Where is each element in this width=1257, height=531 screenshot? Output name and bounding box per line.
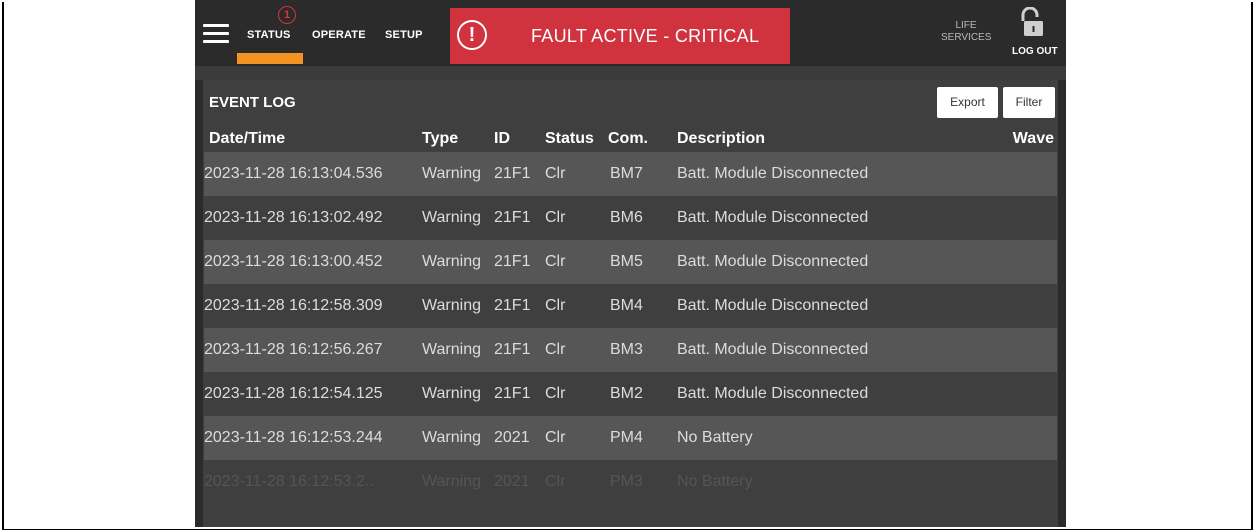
exclamation-circle-icon: ! xyxy=(457,20,487,50)
cell-id: 21F1 xyxy=(494,385,531,402)
event-log-panel: EVENT LOG Export Filter Date/Time Type I… xyxy=(203,80,1058,527)
cell-type: Warning xyxy=(422,165,481,182)
cell-id: 2021 xyxy=(494,473,530,490)
cell-datetime: 2023-11-28 16:13:04.536 xyxy=(204,165,383,182)
cell-com: BM5 xyxy=(610,253,643,270)
cell-type: Warning xyxy=(422,473,481,490)
cell-datetime: 2023-11-28 16:12:53.244 xyxy=(204,429,383,446)
filter-button[interactable]: Filter xyxy=(1003,87,1055,118)
cell-description: Batt. Module Disconnected xyxy=(677,165,869,182)
table-row[interactable]: 2023-11-28 16:13:02.492 Warning 21F1 Clr… xyxy=(204,196,1057,240)
cell-id: 21F1 xyxy=(494,341,531,358)
tab-setup[interactable]: SETUP xyxy=(385,29,423,41)
cell-com: BM4 xyxy=(610,297,643,314)
cell-status: Clr xyxy=(545,473,566,490)
cell-id: 21F1 xyxy=(494,297,531,314)
column-header-datetime[interactable]: Date/Time xyxy=(209,130,285,148)
cell-type: Warning xyxy=(422,341,481,358)
cell-datetime: 2023-11-28 16:12:54.125 xyxy=(204,385,383,402)
life-services-link[interactable]: LIFE SERVICES xyxy=(941,20,991,44)
cell-datetime: 2023-11-28 16:12:53.2.. xyxy=(204,473,374,490)
column-header-id[interactable]: ID xyxy=(494,130,510,148)
alarm-text: FAULT ACTIVE - CRITICAL xyxy=(531,26,760,46)
cell-status: Clr xyxy=(545,253,566,270)
cell-status: Clr xyxy=(545,429,566,446)
column-header-com[interactable]: Com. xyxy=(608,130,648,148)
table-row[interactable]: 2023-11-28 16:13:00.452 Warning 21F1 Clr… xyxy=(204,240,1057,284)
unlocked-padlock-icon[interactable] xyxy=(1018,7,1044,39)
table-row[interactable]: 2023-11-28 16:12:56.267 Warning 21F1 Clr… xyxy=(204,328,1057,372)
alarm-banner[interactable]: ! FAULT ACTIVE - CRITICAL xyxy=(450,8,790,64)
panel-title: EVENT LOG xyxy=(209,94,296,111)
cell-type: Warning xyxy=(422,429,481,446)
ups-display: 1 STATUS OPERATE SETUP ! FAULT ACTIVE - … xyxy=(195,0,1066,527)
logout-button[interactable]: LOG OUT xyxy=(1012,46,1058,57)
cell-datetime: 2023-11-28 16:12:56.267 xyxy=(204,341,383,358)
cell-description: Batt. Module Disconnected xyxy=(677,209,869,226)
cell-status: Clr xyxy=(545,209,566,226)
table-row[interactable]: 2023-11-28 16:13:04.536 Warning 21F1 Clr… xyxy=(204,152,1057,196)
hamburger-menu-icon[interactable] xyxy=(203,24,229,44)
cell-datetime: 2023-11-28 16:12:58.309 xyxy=(204,297,383,314)
column-header-status[interactable]: Status xyxy=(545,130,594,148)
cell-id: 21F1 xyxy=(494,253,531,270)
cell-id: 21F1 xyxy=(494,165,531,182)
cell-description: Batt. Module Disconnected xyxy=(677,253,869,270)
cell-id: 21F1 xyxy=(494,209,531,226)
table-row[interactable]: 2023-11-28 16:12:54.125 Warning 21F1 Clr… xyxy=(204,372,1057,416)
tab-operate[interactable]: OPERATE xyxy=(312,29,366,41)
cell-description: Batt. Module Disconnected xyxy=(677,297,869,314)
cell-com: BM6 xyxy=(610,209,643,226)
cell-description: Batt. Module Disconnected xyxy=(677,385,869,402)
cell-type: Warning xyxy=(422,253,481,270)
cell-type: Warning xyxy=(422,385,481,402)
header-separator xyxy=(195,66,1066,80)
cell-description: No Battery xyxy=(677,429,753,446)
column-header-type[interactable]: Type xyxy=(422,130,458,148)
cell-com: BM3 xyxy=(610,341,643,358)
column-header-description[interactable]: Description xyxy=(677,130,765,148)
active-tab-indicator xyxy=(237,53,303,64)
cell-com: BM2 xyxy=(610,385,643,402)
cell-datetime: 2023-11-28 16:13:00.452 xyxy=(204,253,383,270)
cell-datetime: 2023-11-28 16:13:02.492 xyxy=(204,209,383,226)
cell-type: Warning xyxy=(422,209,481,226)
cell-type: Warning xyxy=(422,297,481,314)
cell-status: Clr xyxy=(545,341,566,358)
top-bar: 1 STATUS OPERATE SETUP ! FAULT ACTIVE - … xyxy=(195,0,1066,66)
cell-description: Batt. Module Disconnected xyxy=(677,341,869,358)
cell-status: Clr xyxy=(545,385,566,402)
table-row[interactable]: 2023-11-28 16:12:58.309 Warning 21F1 Clr… xyxy=(204,284,1057,328)
cell-status: Clr xyxy=(545,165,566,182)
table-row[interactable]: 2023-11-28 16:12:53.2.. Warning 2021 Clr… xyxy=(204,460,1057,504)
notification-badge[interactable]: 1 xyxy=(278,6,296,24)
tab-status[interactable]: STATUS xyxy=(247,29,291,41)
cell-description: No Battery xyxy=(677,473,753,490)
cell-com: PM4 xyxy=(610,429,643,446)
cell-id: 2021 xyxy=(494,429,530,446)
table-row[interactable]: 2023-11-28 16:12:53.244 Warning 2021 Clr… xyxy=(204,416,1057,460)
export-button[interactable]: Export xyxy=(937,87,998,118)
column-header-wave[interactable]: Wave xyxy=(1013,130,1054,148)
cell-com: BM7 xyxy=(610,165,643,182)
cell-status: Clr xyxy=(545,297,566,314)
cell-com: PM3 xyxy=(610,473,643,490)
event-log-table: 2023-11-28 16:13:04.536 Warning 21F1 Clr… xyxy=(204,152,1057,504)
